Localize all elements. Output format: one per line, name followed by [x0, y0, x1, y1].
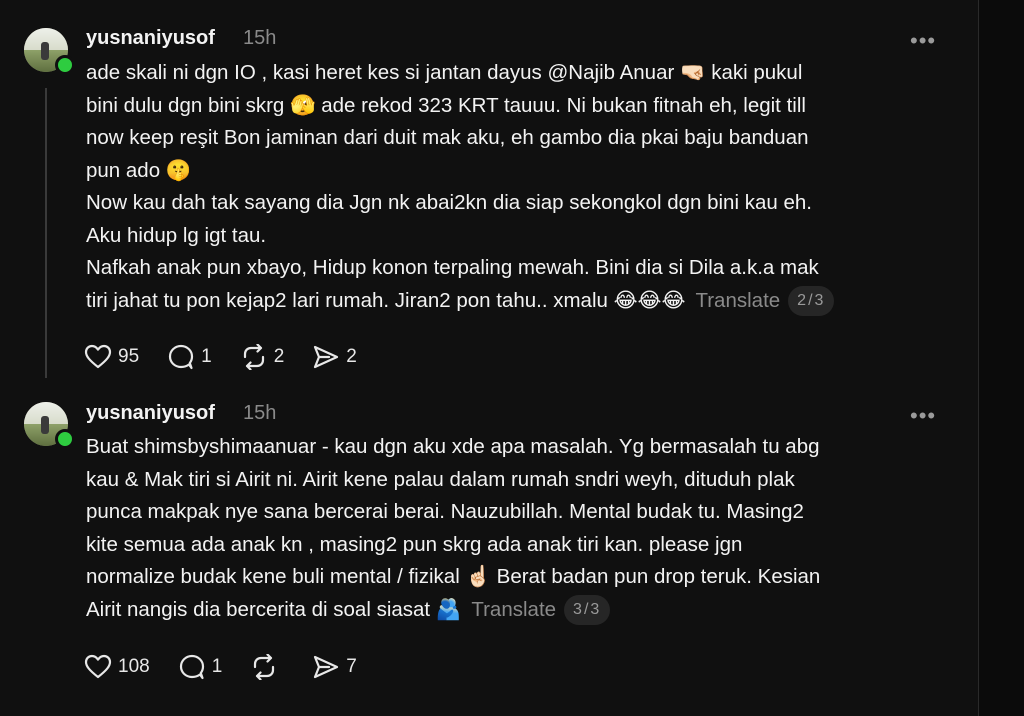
page-indicator: 3/3	[564, 595, 611, 626]
thread-feed: yusnaniyusof 15h ••• ade skali ni dgn IO…	[0, 0, 979, 716]
translate-link[interactable]: Translate	[471, 598, 556, 621]
reply-count: 1	[201, 346, 212, 367]
repost-button[interactable]: 2	[240, 344, 285, 370]
avatar-person	[41, 416, 49, 434]
more-options-icon[interactable]: •••	[910, 28, 936, 54]
repost-icon	[250, 654, 278, 680]
like-count: 108	[118, 656, 150, 677]
reply-icon	[167, 344, 195, 370]
post-text: ade skali ni dgn IO , kasi heret kes si …	[86, 57, 946, 317]
like-button[interactable]: 108	[84, 654, 150, 680]
action-bar: 95 1 2 2	[84, 342, 385, 372]
post-text: Buat shimsbyshimaanuar - kau dgn aku xde…	[86, 431, 946, 626]
timestamp[interactable]: 15h	[243, 27, 276, 50]
reply-button[interactable]: 1	[178, 654, 223, 680]
share-button[interactable]: 7	[312, 654, 357, 680]
avatar-person	[41, 42, 49, 60]
online-indicator	[55, 55, 75, 75]
share-count: 2	[346, 346, 357, 367]
action-bar: 108 1 7	[84, 652, 385, 682]
share-icon	[312, 654, 340, 680]
repost-count: 2	[273, 346, 285, 367]
reply-count: 1	[211, 656, 223, 677]
reply-icon	[178, 654, 206, 680]
repost-icon	[240, 344, 268, 370]
heart-icon	[84, 344, 112, 370]
share-icon	[312, 344, 340, 370]
timestamp[interactable]: 15h	[243, 402, 276, 425]
like-count: 95	[118, 346, 140, 367]
share-count: 7	[346, 656, 357, 677]
like-button[interactable]: 95	[84, 344, 139, 370]
post: yusnaniyusof 15h ••• ade skali ni dgn IO…	[0, 0, 978, 386]
share-button[interactable]: 2	[312, 344, 357, 370]
username[interactable]: yusnaniyusof	[86, 27, 215, 50]
heart-icon	[84, 654, 112, 680]
scrollbar-gutter[interactable]	[979, 0, 1024, 716]
username[interactable]: yusnaniyusof	[86, 402, 215, 425]
thread-line	[45, 88, 47, 378]
reply-button[interactable]: 1	[167, 344, 212, 370]
repost-button[interactable]	[250, 654, 284, 680]
post-body: ade skali ni dgn IO , kasi heret kes si …	[86, 61, 819, 312]
translate-link[interactable]: Translate	[695, 289, 780, 312]
more-options-icon[interactable]: •••	[910, 403, 936, 429]
post-body: Buat shimsbyshimaanuar - kau dgn aku xde…	[86, 435, 821, 621]
online-indicator	[55, 429, 75, 449]
page-indicator: 2/3	[788, 286, 835, 317]
post: yusnaniyusof 15h ••• Buat shimsbyshimaan…	[0, 386, 978, 716]
